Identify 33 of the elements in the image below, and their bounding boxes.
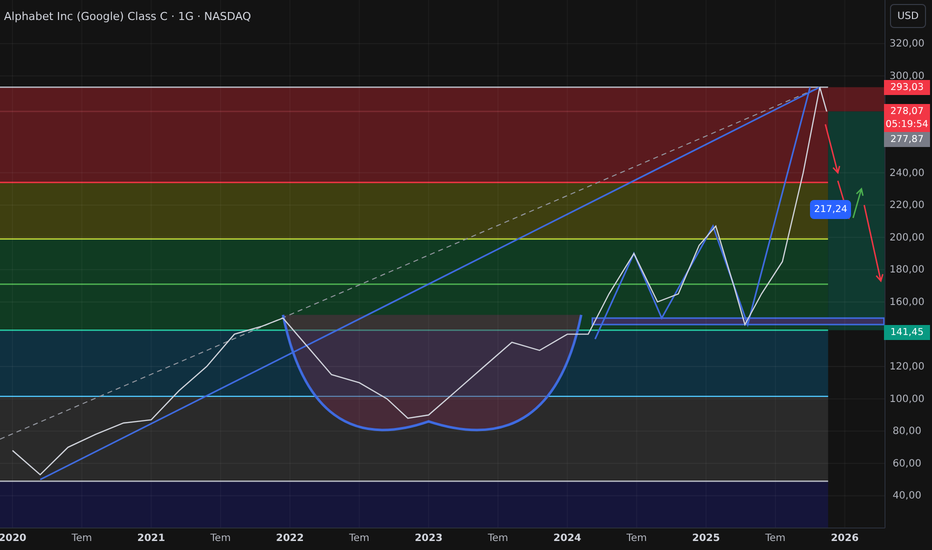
- price-text: 217,24: [814, 202, 848, 216]
- x-axis-label: Tem: [626, 533, 647, 544]
- y-axis-label: 220,00: [890, 200, 924, 212]
- y-axis-label: 100,00: [890, 394, 924, 405]
- x-axis-label: Tem: [72, 533, 92, 544]
- y-axis-label: 320,00: [890, 38, 924, 50]
- x-axis-label: 2026: [830, 533, 859, 544]
- x-axis-label: 2024: [553, 533, 582, 544]
- x-axis-label: Tem: [488, 533, 508, 544]
- x-axis-label: 2022: [276, 533, 304, 544]
- price-text: 141,45: [890, 326, 924, 339]
- y-axis-label: 40,00: [892, 490, 922, 502]
- y-axis-label: 80,00: [892, 426, 922, 438]
- y-axis-label: 240,00: [890, 168, 924, 179]
- price-text: 293,03: [890, 81, 924, 94]
- y-axis-label: 60,00: [892, 458, 922, 470]
- x-axis-label: Tem: [210, 533, 231, 544]
- y-axis-label: 200,00: [890, 232, 924, 244]
- y-axis-label: 160,00: [890, 296, 924, 308]
- price-text: 278,07: [890, 105, 924, 118]
- x-axis-label: Tem: [349, 533, 370, 544]
- x-axis-label: Tem: [765, 533, 786, 544]
- chart-title: Alphabet Inc (Google) Class C · 1G · NASDAQ: [4, 10, 252, 23]
- arrow: [824, 124, 840, 174]
- countdown-text: 05:19:54: [886, 118, 928, 132]
- y-axis-label: 120,00: [890, 362, 924, 373]
- x-axis-label: 2021: [137, 533, 166, 544]
- currency-button[interactable]: USD: [890, 4, 926, 28]
- y-axis-label: 300,00: [890, 70, 924, 82]
- x-axis-label: 2025: [692, 533, 720, 544]
- y-axis-label: 180,00: [890, 264, 924, 276]
- price-text: 277,87: [890, 133, 924, 146]
- x-axis-label: 2023: [414, 533, 443, 544]
